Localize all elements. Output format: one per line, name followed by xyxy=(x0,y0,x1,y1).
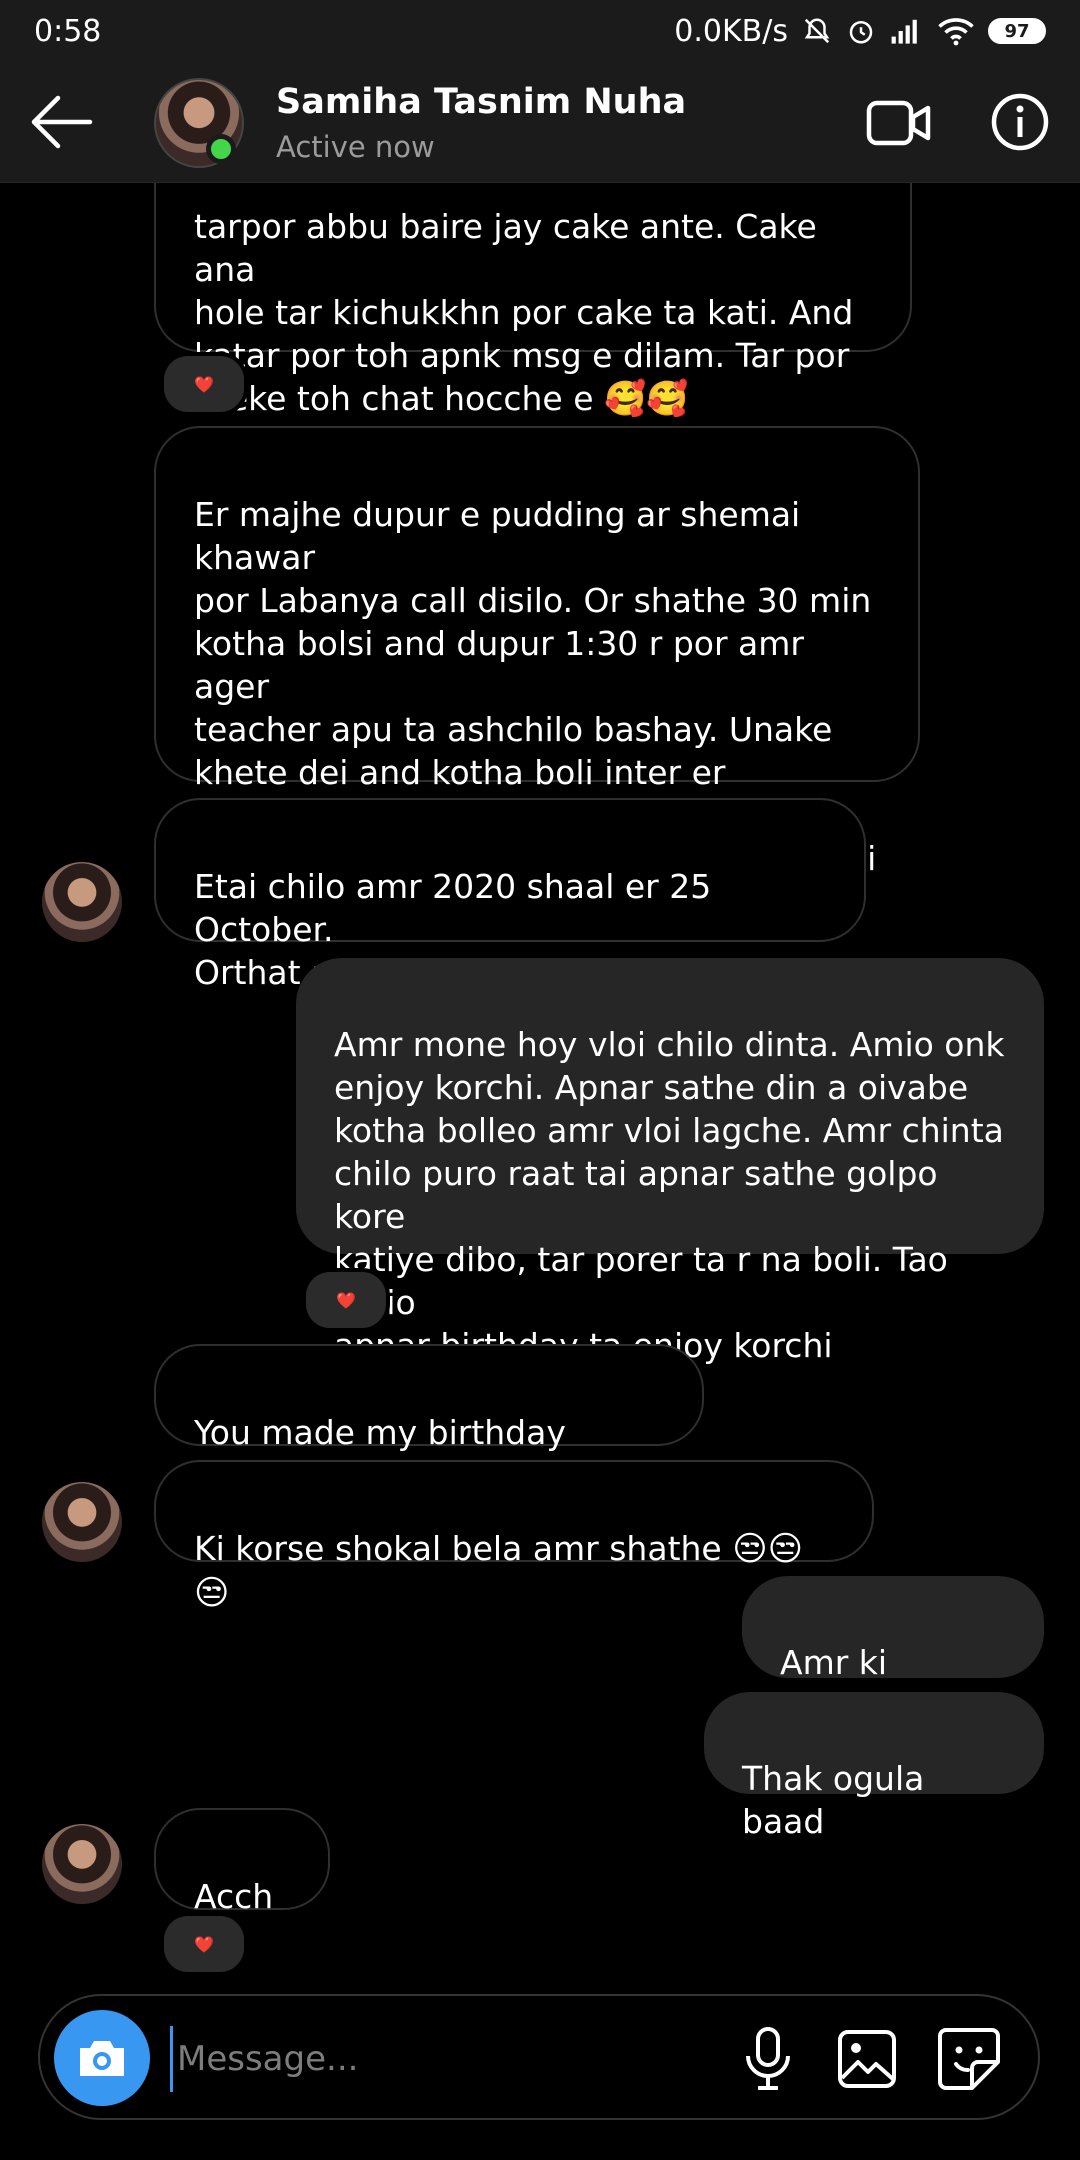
alarm-icon xyxy=(849,21,873,44)
avatar[interactable] xyxy=(42,1824,122,1904)
online-indicator xyxy=(206,134,236,164)
microphone-icon[interactable] xyxy=(740,2026,796,2092)
sticker-icon[interactable] xyxy=(936,2026,1002,2092)
contact-name[interactable]: Samiha Tasnim Nuha xyxy=(276,82,686,122)
message-sent[interactable]: Amr mone hoy vloi chilo dinta. Amio onk … xyxy=(296,958,1044,1365)
active-status: Active now xyxy=(276,130,435,164)
camera-icon xyxy=(80,2041,124,2076)
message-sent[interactable]: Thak ogula baad xyxy=(704,1692,1044,1841)
message-received[interactable]: tarpor abbu baire jay cake ante. Cake an… xyxy=(154,182,912,419)
chat-header: Samiha Tasnim Nuha Active now xyxy=(0,62,1080,183)
avatar[interactable] xyxy=(42,1482,122,1562)
status-bar: 0:58 0.0KB/s 97 xyxy=(0,0,1080,62)
message-received[interactable]: Etai chilo amr 2020 shaal er 25 October.… xyxy=(154,798,866,992)
status-icons: 0.0KB/s 97 xyxy=(674,14,1046,49)
message-sent[interactable]: Amr ki dosh?? xyxy=(742,1576,1044,1725)
signal-icon xyxy=(891,19,917,44)
heart-reaction-icon[interactable]: ❤️ xyxy=(160,352,248,416)
info-icon[interactable] xyxy=(990,92,1050,152)
network-speed: 0.0KB/s xyxy=(674,13,788,49)
message-text: Amr mone hoy vloi chilo dinta. Amio onk … xyxy=(334,1025,1005,1365)
message-text: tarpor abbu baire jay cake ante. Cake an… xyxy=(194,207,854,418)
heart-reaction-icon[interactable]: ❤️ xyxy=(160,1912,248,1976)
message-text: Ki korse shokal bela amr shathe xyxy=(194,1529,733,1568)
mute-bell-icon xyxy=(804,18,830,44)
avatar[interactable] xyxy=(42,862,122,942)
message-received[interactable]: You made my birthday special xyxy=(154,1344,704,1495)
video-call-icon[interactable] xyxy=(866,98,932,148)
message-composer xyxy=(38,1994,1040,2120)
gallery-icon[interactable] xyxy=(836,2028,898,2090)
message-received[interactable]: Er majhe dupur e pudding ar shemai khawa… xyxy=(154,426,920,921)
status-time: 0:58 xyxy=(34,13,102,49)
camera-button[interactable] xyxy=(54,2010,150,2106)
battery-level: 97 xyxy=(1004,20,1030,42)
back-arrow-icon[interactable] xyxy=(28,92,94,152)
message-received[interactable]: Ki korse shokal bela amr shathe 😒😒😒 xyxy=(154,1460,874,1613)
message-list[interactable]: tarpor abbu baire jay cake ante. Cake an… xyxy=(0,182,1080,1982)
wifi-icon xyxy=(938,18,974,46)
heart-reaction-icon[interactable]: ❤️ xyxy=(302,1268,390,1332)
message-input[interactable] xyxy=(170,2026,739,2092)
message-received[interactable]: Accha xyxy=(154,1808,330,1959)
message-text: Thak ogula baad xyxy=(742,1759,925,1841)
emoji: 🥰🥰 xyxy=(604,379,689,419)
battery-icon: 97 xyxy=(988,18,1046,44)
